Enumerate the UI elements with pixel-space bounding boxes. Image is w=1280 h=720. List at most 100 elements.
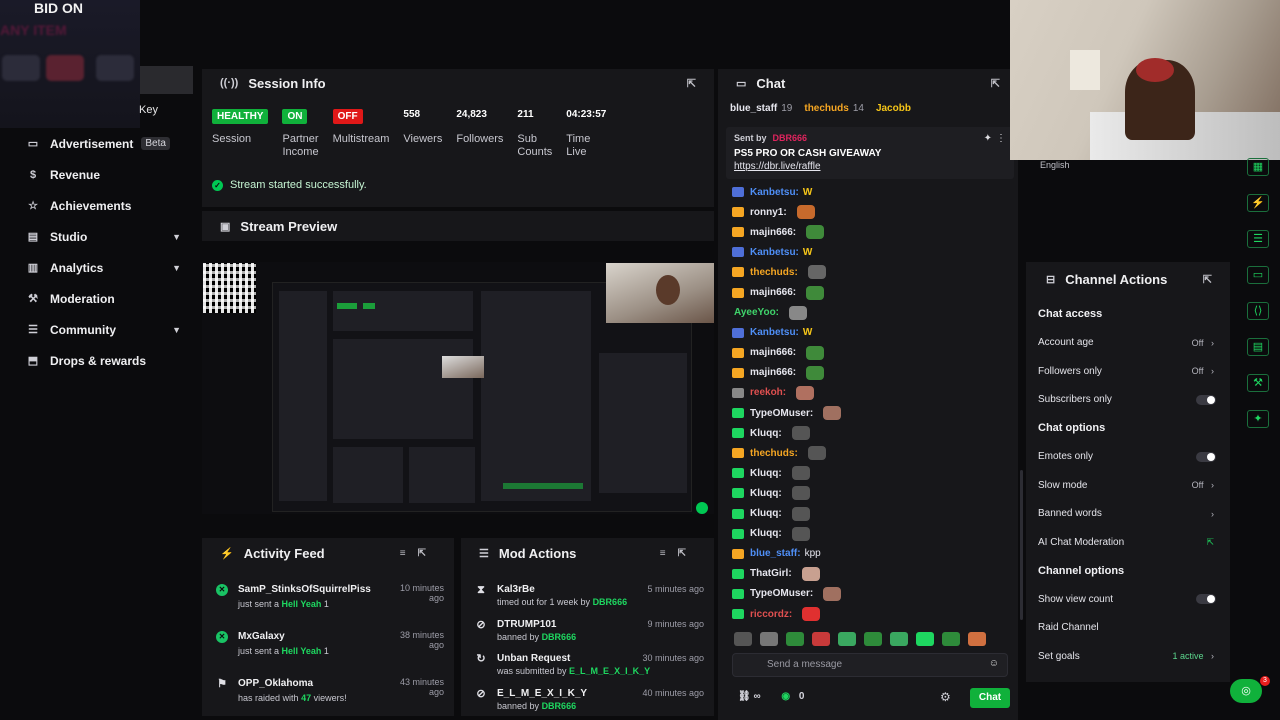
channel-setting-row[interactable]: Followers only Off › [1026, 357, 1230, 386]
chat-message[interactable]: AyeeYoo: [732, 303, 1012, 323]
chat-message[interactable]: majin666: [732, 343, 1012, 363]
chat-username[interactable]: AyeeYoo: [734, 307, 779, 318]
chat-message[interactable]: riccordz: [732, 604, 1012, 624]
toggle-switch[interactable] [1196, 451, 1216, 462]
rail-button[interactable]: ▦ [1236, 158, 1280, 194]
more-icon[interactable]: ⋮ [996, 133, 1006, 144]
chat-username[interactable]: Kluqq: [750, 468, 782, 479]
chevron-down-icon[interactable]: ▼ [172, 263, 181, 273]
chat-username[interactable]: TypeOMuser: [750, 588, 813, 599]
pinned-link[interactable]: https://dbr.live/raffle [734, 161, 1006, 172]
chat-message[interactable]: Kluqq: [732, 483, 1012, 503]
channel-setting-row[interactable]: Subscribers only [1026, 386, 1230, 415]
channel-setting-row[interactable]: Banned words › [1026, 500, 1230, 529]
chat-message[interactable]: Kluqq: [732, 463, 1012, 483]
nav-search-box[interactable] [140, 66, 193, 94]
rail-button[interactable]: ▤ [1236, 338, 1280, 374]
chat-username[interactable]: riccordz: [750, 609, 792, 620]
pin-icon[interactable]: ✦ [984, 133, 992, 144]
chat-message[interactable]: blue_staff: kpp [732, 544, 1012, 564]
chat-username[interactable]: Kanbetsu: [750, 247, 799, 258]
sidebar-item-moderation[interactable]: ⚒ Moderation [0, 283, 195, 314]
list-item[interactable]: ⚑ OPP_Oklahoma has raided with 47 viewer… [202, 670, 454, 717]
sidebar-item-achievements[interactable]: ☆ Achievements [0, 190, 195, 221]
chat-message[interactable]: Kluqq: [732, 504, 1012, 524]
chat-username[interactable]: Kanbetsu: [750, 327, 799, 338]
chat-message[interactable]: TypeOMuser: [732, 403, 1012, 423]
gear-icon[interactable]: ⚙ [940, 690, 951, 704]
sidebar-item-drops-rewards[interactable]: ⬒ Drops & rewards [0, 345, 195, 376]
chat-username[interactable]: thechuds: [750, 267, 798, 278]
chat-scrollbar[interactable] [1020, 470, 1023, 620]
chat-username[interactable]: blue_staff: [750, 548, 801, 559]
channel-setting-row[interactable]: Raid Channel [1026, 614, 1230, 643]
emote-bar[interactable] [734, 632, 986, 646]
chat-message[interactable]: ThatGirl: [732, 564, 1012, 584]
emoji-icon[interactable]: ☺ [989, 658, 999, 669]
sidebar-item-community[interactable]: ☰ Community ▼ [0, 314, 195, 345]
channel-setting-row[interactable]: Set goals 1 active › [1026, 642, 1230, 671]
toggle-switch[interactable] [1196, 594, 1216, 605]
chat-message[interactable]: thechuds: [732, 443, 1012, 463]
sidebar-item-analytics[interactable]: ▥ Analytics ▼ [0, 252, 195, 283]
external-link-icon[interactable]: ⇱ [1206, 537, 1214, 548]
chevron-down-icon[interactable]: ▼ [172, 325, 181, 335]
stream-preview[interactable] [202, 262, 714, 514]
rail-button[interactable]: ⚒ [1236, 374, 1280, 410]
chat-username[interactable]: majin666: [750, 367, 796, 378]
rail-button[interactable]: ✦ [1236, 410, 1280, 446]
list-item[interactable]: ⊘ E_L_M_E_X_I_K_Y banned by DBR666 40 mi… [461, 684, 714, 719]
chat-username[interactable]: Kluqq: [750, 428, 782, 439]
chat-username[interactable]: ThatGirl: [750, 568, 792, 579]
popout-icon[interactable]: ⇱ [687, 77, 696, 90]
sidebar-item-studio[interactable]: ▤ Studio ▼ [0, 221, 195, 252]
chat-username[interactable]: reekoh: [750, 387, 786, 398]
channel-setting-row[interactable]: Show view count [1026, 585, 1230, 614]
chat-username[interactable]: Kluqq: [750, 488, 782, 499]
help-button[interactable]: ◎ [1230, 679, 1262, 703]
channel-setting-row[interactable]: Emotes only [1026, 443, 1230, 472]
chat-username[interactable]: thechuds: [750, 448, 798, 459]
sidebar-item-revenue[interactable]: $ Revenue [0, 159, 195, 190]
top-chatter[interactable]: Jacobb [876, 103, 915, 114]
chat-message[interactable]: reekoh: [732, 383, 1012, 403]
rail-button[interactable]: ⚡ [1236, 194, 1280, 230]
chat-username[interactable]: majin666: [750, 227, 796, 238]
pinned-message[interactable]: Sent by DBR666 PS5 PRO OR CASH GIVEAWAY h… [726, 127, 1014, 179]
filter-popout-icons[interactable]: ≡⇱ [660, 548, 698, 559]
chat-username[interactable]: Kluqq: [750, 508, 782, 519]
chat-username[interactable]: Kanbetsu: [750, 187, 799, 198]
chat-input[interactable]: Send a message ☺ [732, 653, 1008, 677]
channel-setting-row[interactable]: Slow mode Off › [1026, 471, 1230, 500]
chat-username[interactable]: ronny1: [750, 207, 787, 218]
chat-message[interactable]: majin666: [732, 282, 1012, 302]
chat-message[interactable]: Kanbetsu: W [732, 323, 1012, 343]
channel-setting-row[interactable]: Account age Off › [1026, 329, 1230, 358]
list-item[interactable]: ⧗ Kal3rBe timed out for 1 week by DBR666… [461, 580, 714, 615]
chat-message[interactable]: Kluqq: [732, 423, 1012, 443]
chat-message[interactable]: Kanbetsu: W [732, 242, 1012, 262]
chat-username[interactable]: majin666: [750, 347, 796, 358]
chat-username[interactable]: TypeOMuser: [750, 408, 813, 419]
list-item[interactable]: ✕ MxGalaxy just sent a Hell Yeah 1 38 mi… [202, 623, 454, 670]
toggle-switch[interactable] [1196, 394, 1216, 405]
rail-button[interactable]: ▭ [1236, 266, 1280, 302]
channel-setting-row[interactable]: AI Chat Moderation ⇱ [1026, 528, 1230, 557]
chat-username[interactable]: majin666: [750, 287, 796, 298]
chat-send-button[interactable]: Chat [970, 688, 1010, 708]
sidebar-item-advertisement[interactable]: ▭ Advertisement Beta [0, 128, 195, 159]
top-chatter[interactable]: blue_staff 19 [730, 103, 792, 114]
filter-popout-icons[interactable]: ≡⇱ [400, 548, 438, 559]
list-item[interactable]: ✕ SamP_StinksOfSquirrelPiss just sent a … [202, 576, 454, 623]
chat-message[interactable]: Kanbetsu: W [732, 182, 1012, 202]
chat-username[interactable]: Kluqq: [750, 528, 782, 539]
list-item[interactable]: ⊘ DTRUMP101 banned by DBR666 9 minutes a… [461, 615, 714, 650]
popout-icon[interactable]: ⇱ [991, 77, 1000, 90]
chat-message[interactable]: majin666: [732, 222, 1012, 242]
rail-button[interactable]: ⟨⟩ [1236, 302, 1280, 338]
chat-message[interactable]: TypeOMuser: [732, 584, 1012, 604]
chevron-down-icon[interactable]: ▼ [172, 232, 181, 242]
chat-message[interactable]: majin666: [732, 363, 1012, 383]
top-chatter[interactable]: thechuds 14 [804, 103, 864, 114]
chat-message[interactable]: ronny1: [732, 202, 1012, 222]
